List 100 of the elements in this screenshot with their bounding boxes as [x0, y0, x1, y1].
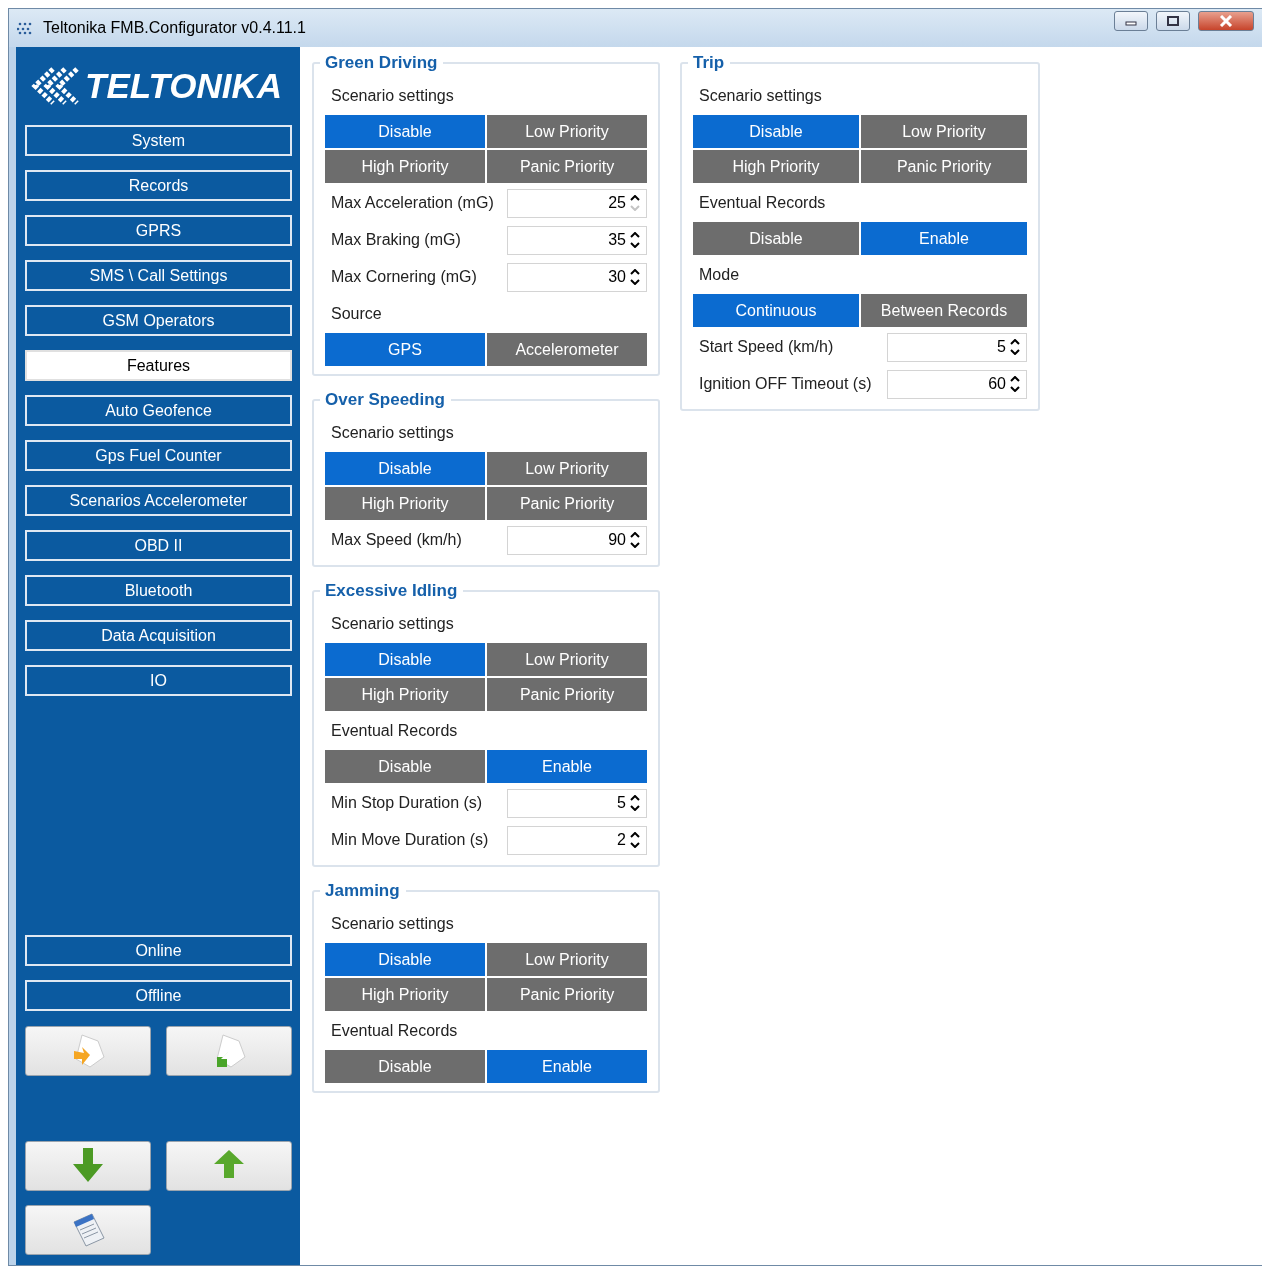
- option-button[interactable]: Low Priority: [861, 115, 1027, 148]
- down-chevron-icon[interactable]: [630, 542, 640, 548]
- option-button[interactable]: Panic Priority: [861, 150, 1027, 183]
- up-chevron-icon[interactable]: [630, 269, 640, 275]
- option-button[interactable]: Panic Priority: [487, 678, 647, 711]
- option-button[interactable]: Low Priority: [487, 115, 647, 148]
- field-label: Max Cornering (mG): [330, 267, 477, 287]
- option-button[interactable]: Enable: [487, 750, 647, 783]
- option-button[interactable]: Disable: [325, 643, 485, 676]
- up-chevron-icon[interactable]: [630, 232, 640, 238]
- option-button[interactable]: Low Priority: [487, 943, 647, 976]
- up-chevron-icon[interactable]: [630, 832, 640, 838]
- section-label: Scenario settings: [330, 85, 455, 106]
- window-title: Teltonika FMB.Configurator v0.4.11.1: [43, 19, 306, 37]
- close-icon: [1219, 15, 1233, 27]
- option-button[interactable]: Disable: [693, 222, 859, 255]
- save-device-button[interactable]: [166, 1141, 292, 1191]
- option-button[interactable]: Disable: [325, 1050, 485, 1083]
- nav-button[interactable]: Data Acquisition: [25, 620, 292, 651]
- option-button[interactable]: Enable: [861, 222, 1027, 255]
- nav-button[interactable]: SMS \ Call Settings: [25, 260, 292, 291]
- down-chevron-icon[interactable]: [1010, 386, 1020, 392]
- number-field[interactable]: 60: [887, 369, 1027, 399]
- nav-button[interactable]: OBD II: [25, 530, 292, 561]
- option-button[interactable]: Disable: [325, 943, 485, 976]
- field-label: Ignition OFF Timeout (s): [698, 374, 872, 394]
- option-button[interactable]: High Priority: [693, 150, 859, 183]
- up-chevron-icon[interactable]: [630, 195, 640, 201]
- nav-button[interactable]: Features: [25, 350, 292, 381]
- field-label: Start Speed (km/h): [698, 337, 834, 357]
- minimize-button[interactable]: [1114, 11, 1148, 31]
- down-chevron-icon[interactable]: [630, 805, 640, 811]
- down-chevron-icon[interactable]: [1010, 349, 1020, 355]
- section-label: Scenario settings: [330, 613, 455, 634]
- option-button[interactable]: Panic Priority: [487, 150, 647, 183]
- field-label: Max Braking (mG): [330, 230, 461, 250]
- nav-button[interactable]: Scenarios Accelerometer: [25, 485, 292, 516]
- section-label: Scenario settings: [330, 913, 455, 934]
- number-field[interactable]: 30: [507, 262, 647, 292]
- option-button[interactable]: High Priority: [325, 487, 485, 520]
- nav-button[interactable]: Gps Fuel Counter: [25, 440, 292, 471]
- log-button[interactable]: [25, 1205, 151, 1255]
- option-button[interactable]: Continuous: [693, 294, 859, 327]
- number-field[interactable]: 25: [507, 188, 647, 218]
- connection-button[interactable]: Offline: [25, 980, 292, 1011]
- option-button[interactable]: Panic Priority: [487, 978, 647, 1011]
- field-label: Max Acceleration (mG): [330, 193, 494, 213]
- down-chevron-icon[interactable]: [630, 279, 640, 285]
- section-label: Eventual Records: [330, 720, 459, 741]
- maximize-button[interactable]: [1156, 11, 1190, 31]
- number-field[interactable]: 90: [507, 525, 647, 555]
- number-field[interactable]: 5: [887, 332, 1027, 362]
- option-button[interactable]: Low Priority: [487, 643, 647, 676]
- option-button[interactable]: Disable: [325, 750, 485, 783]
- option-button[interactable]: Disable: [325, 115, 485, 148]
- option-button[interactable]: Enable: [487, 1050, 647, 1083]
- field-label: Min Stop Duration (s): [330, 793, 483, 813]
- nav-button[interactable]: GSM Operators: [25, 305, 292, 336]
- connection-button[interactable]: Online: [25, 935, 292, 966]
- option-button[interactable]: High Priority: [325, 150, 485, 183]
- nav-button[interactable]: GPRS: [25, 215, 292, 246]
- field-label: Max Speed (km/h): [330, 530, 462, 550]
- option-button[interactable]: High Priority: [325, 678, 485, 711]
- section-label: Eventual Records: [330, 1020, 459, 1041]
- logo-icon: [31, 65, 81, 107]
- section-label: Mode: [698, 264, 741, 285]
- nav-button[interactable]: System: [25, 125, 292, 156]
- down-chevron-icon[interactable]: [630, 842, 640, 848]
- option-button[interactable]: Panic Priority: [487, 487, 647, 520]
- logo-text: TELTONIKA: [85, 66, 283, 106]
- maximize-icon: [1167, 16, 1179, 26]
- section-label: Eventual Records: [698, 192, 827, 213]
- option-button[interactable]: Disable: [325, 452, 485, 485]
- number-field[interactable]: 5: [507, 788, 647, 818]
- up-chevron-icon[interactable]: [1010, 376, 1020, 382]
- down-chevron-icon[interactable]: [630, 242, 640, 248]
- nav-button[interactable]: Records: [25, 170, 292, 201]
- group-title: Jamming: [324, 881, 401, 901]
- field-label: Min Move Duration (s): [330, 830, 489, 850]
- up-chevron-icon[interactable]: [630, 532, 640, 538]
- option-button[interactable]: Between Records: [861, 294, 1027, 327]
- close-button[interactable]: [1198, 11, 1254, 31]
- group-title: Excessive Idling: [324, 581, 459, 601]
- section-label: Scenario settings: [330, 422, 455, 443]
- option-button[interactable]: Disable: [693, 115, 859, 148]
- up-chevron-icon[interactable]: [1010, 339, 1020, 345]
- load-device-button[interactable]: [25, 1141, 151, 1191]
- up-chevron-icon[interactable]: [630, 795, 640, 801]
- nav-button[interactable]: IO: [25, 665, 292, 696]
- number-field[interactable]: 2: [507, 825, 647, 855]
- section-label: Scenario settings: [698, 85, 823, 106]
- option-button[interactable]: Low Priority: [487, 452, 647, 485]
- option-button[interactable]: GPS: [325, 333, 485, 366]
- number-field[interactable]: 35: [507, 225, 647, 255]
- nav-button[interactable]: Auto Geofence: [25, 395, 292, 426]
- nav-button[interactable]: Bluetooth: [25, 575, 292, 606]
- group-title: Trip: [692, 53, 726, 73]
- group-title: Over Speeding: [324, 390, 446, 410]
- option-button[interactable]: Accelerometer: [487, 333, 647, 366]
- option-button[interactable]: High Priority: [325, 978, 485, 1011]
